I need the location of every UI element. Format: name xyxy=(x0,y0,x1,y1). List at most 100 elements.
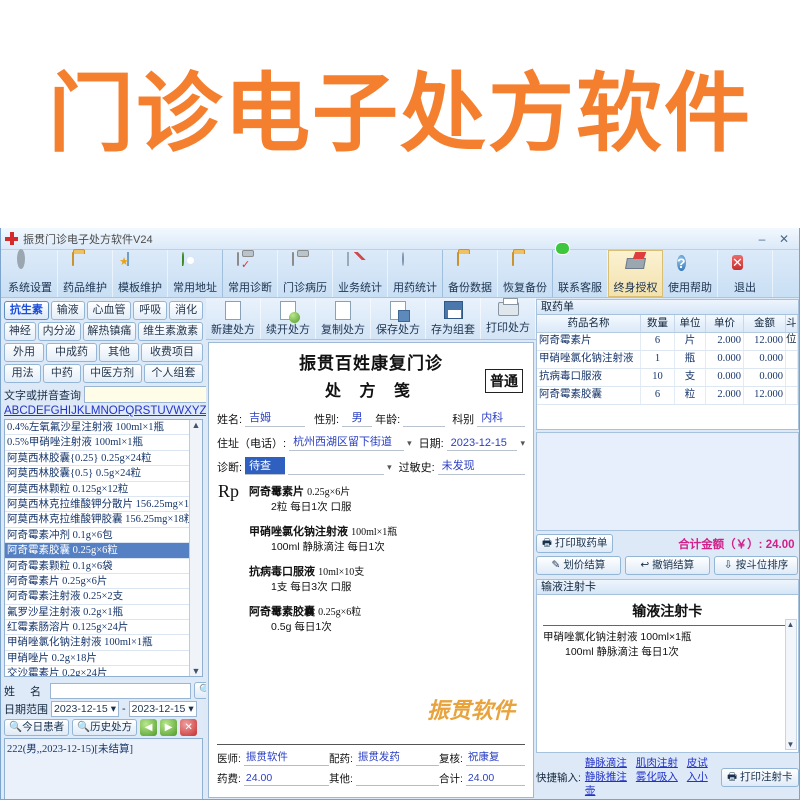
history-prescription-button[interactable]: 🔍历史处方 xyxy=(72,719,138,736)
today-patients-button[interactable]: 🔍今日患者 xyxy=(4,719,70,736)
checker-value[interactable]: 祝康复 xyxy=(465,749,525,766)
toolbar-item-exit[interactable]: ✕ 退出 xyxy=(718,250,773,297)
alpha-group-ijkl[interactable]: IJKL xyxy=(68,405,91,417)
category-other[interactable]: 其他 xyxy=(99,343,139,362)
print-injection-card-button[interactable]: 🖶 打印注射卡 xyxy=(721,767,799,787)
close-button[interactable]: ✕ xyxy=(773,230,795,248)
table-row[interactable]: 阿奇霉素片 6 片 2.000 12.000 xyxy=(537,333,798,351)
rx-item[interactable]: 阿奇霉素胶囊 0.25g×6粒 0.5g 每日1次 xyxy=(249,603,533,634)
diagnosis-value[interactable]: 待查 xyxy=(245,457,286,475)
list-item[interactable]: 甲硝唑氯化钠注射液 100ml×1瓶 xyxy=(5,635,189,651)
alpha-group-mnop[interactable]: MNOP xyxy=(91,405,126,417)
scroll-down-icon[interactable]: ▼ xyxy=(192,666,201,676)
list-item[interactable]: 0.5%甲硝唑注射液 100ml×1瓶 xyxy=(5,435,189,451)
list-item[interactable]: 交沙霉素片 0.2g×24片 xyxy=(5,666,189,676)
list-item[interactable]: 阿莫西林胶囊{0.25} 0.25g×24粒 xyxy=(5,451,189,467)
category-respiratory[interactable]: 呼吸 xyxy=(133,301,168,320)
quick-link-skin-test[interactable]: 皮试 xyxy=(687,757,708,769)
category-usage[interactable]: 用法 xyxy=(4,364,42,383)
date-to-picker[interactable]: 2023-12-15 ▾ xyxy=(128,701,197,717)
toolbar-item-backup-data[interactable]: 备份数据 xyxy=(443,250,498,297)
category-charge-items[interactable]: 收费项目 xyxy=(141,343,203,362)
settle-button[interactable]: ✎ 划价结算 xyxy=(536,556,621,575)
diagnosis-rest[interactable] xyxy=(288,473,385,475)
quick-link-im-injection[interactable]: 肌肉注射 xyxy=(636,757,678,769)
toolbar-item-outpatient-record[interactable]: 门诊病历 xyxy=(278,250,333,297)
toolbar-item-restore-backup[interactable]: 恢复备份 xyxy=(498,250,553,297)
rx-item[interactable]: 抗病毒口服液 10ml×10支 1支 每日3次 口服 xyxy=(249,563,533,594)
date-value[interactable]: 2023-12-15 xyxy=(446,437,518,451)
category-antibiotics[interactable]: 抗生素 xyxy=(4,301,49,320)
list-item[interactable]: 0.4%左氧氟沙星注射液 100ml×1瓶 xyxy=(5,420,189,436)
injection-scrollbar[interactable]: ▲ ▼ xyxy=(784,619,797,750)
category-chinese-medicine[interactable]: 中药 xyxy=(43,364,81,383)
scroll-up-icon[interactable]: ▲ xyxy=(787,620,795,629)
rx-print-button[interactable]: 打印处方 xyxy=(481,298,536,339)
date-from-picker[interactable]: 2023-12-15 ▾ xyxy=(51,701,119,717)
category-chinese-patent[interactable]: 中成药 xyxy=(46,343,97,362)
rx-continue-button[interactable]: 续开处方 xyxy=(261,298,316,339)
list-item[interactable]: 阿莫西林颗粒 0.125g×12粒 xyxy=(5,482,189,497)
table-row[interactable]: 抗病毒口服液 10 支 0.000 0.000 xyxy=(537,369,798,387)
other-value[interactable] xyxy=(355,784,439,786)
category-cardiovascular[interactable]: 心血管 xyxy=(86,301,132,320)
list-item[interactable]: 222(男,,2023-12-15)[未结算] xyxy=(7,741,200,756)
chevron-down-icon[interactable]: ▾ xyxy=(520,438,525,451)
allergy-value[interactable]: 未发现 xyxy=(437,457,525,475)
category-topical[interactable]: 外用 xyxy=(4,343,44,362)
cancel-settle-button[interactable]: ↩ 撤销结算 xyxy=(624,556,710,575)
scroll-up-icon[interactable]: ▲ xyxy=(192,420,201,430)
alpha-group-xyz[interactable]: XYZ xyxy=(184,405,206,417)
list-item-selected[interactable]: 阿奇霉素胶囊 0.25g×6粒 xyxy=(5,543,189,559)
name-value[interactable]: 吉姆 xyxy=(245,409,306,427)
rx-save-button[interactable]: 保存处方 xyxy=(371,298,426,339)
prev-record-button[interactable]: ◀ xyxy=(140,719,158,736)
quick-link-iv-drip[interactable]: 静脉滴注 xyxy=(585,757,627,769)
table-row[interactable]: 甲硝唑氯化钠注射液 1 瓶 0.000 0.000 xyxy=(537,351,798,369)
list-item[interactable]: 阿奇霉素冲剂 0.1g×6包 xyxy=(5,528,189,544)
category-endocrine[interactable]: 内分泌 xyxy=(37,322,81,341)
alpha-group-efgh[interactable]: EFGH xyxy=(36,405,68,417)
category-neurology[interactable]: 神经 xyxy=(4,322,36,341)
toolbar-item-common-address[interactable]: 常用地址 xyxy=(168,250,223,297)
toolbar-item-business-stats[interactable]: 业务统计 xyxy=(333,250,388,297)
total-value[interactable]: 24.00 xyxy=(465,772,525,786)
category-antipyretic[interactable]: 解热镇痛 xyxy=(82,322,137,341)
age-value[interactable] xyxy=(403,425,446,427)
sort-by-slot-button[interactable]: ⇩ 按斗位排序 xyxy=(713,556,799,575)
delete-record-button[interactable]: ✕ xyxy=(180,719,198,736)
toolbar-item-system-settings[interactable]: 系统设置 xyxy=(3,248,58,297)
category-infusion[interactable]: 输液 xyxy=(50,301,85,320)
list-item[interactable]: 阿奇霉素颗粒 0.1g×6袋 xyxy=(5,559,189,574)
drug-list-scrollbar[interactable]: ▲ ▼ xyxy=(189,420,202,676)
toolbar-item-template-maintenance[interactable]: 模板维护 xyxy=(113,250,168,297)
next-record-button[interactable]: ▶ xyxy=(160,719,178,736)
dispenser-value[interactable]: 振贯发药 xyxy=(355,749,439,766)
list-item[interactable]: 红霉素肠溶片 0.125g×24片 xyxy=(5,620,189,636)
toolbar-item-contact-support[interactable]: 联系客服 xyxy=(553,250,608,297)
minimize-button[interactable]: – xyxy=(751,230,773,248)
print-dispense-button[interactable]: 🖶 打印取药单 xyxy=(536,534,614,553)
rx-save-as-set-button[interactable]: 存为组套 xyxy=(426,298,481,339)
rx-item[interactable]: 阿奇霉素片 0.25g×6片 2粒 每日1次 口服 xyxy=(249,483,533,514)
chevron-down-icon[interactable]: ▾ xyxy=(407,438,412,451)
list-item[interactable]: 阿莫西林克拉维酸钾分散片 156.25mg×18片 xyxy=(5,497,189,513)
drug-list[interactable]: 0.4%左氧氟沙星注射液 100ml×1瓶 0.5%甲硝唑注射液 100ml×1… xyxy=(4,419,203,677)
scroll-down-icon[interactable]: ▼ xyxy=(787,740,795,749)
alpha-group-abcd[interactable]: ABCD xyxy=(4,405,36,417)
toolbar-item-lifetime-license[interactable]: 终身授权 xyxy=(608,250,663,297)
category-personal-set[interactable]: 个人组套 xyxy=(143,364,203,383)
chevron-down-icon[interactable]: ▾ xyxy=(387,462,392,475)
quick-link-iv-push[interactable]: 静脉推注 xyxy=(585,771,627,783)
list-item[interactable]: 阿奇霉素注射液 0.25×2支 xyxy=(5,589,189,605)
list-item[interactable]: 阿莫西林克拉维酸钾胶囊 156.25mg×18粒 xyxy=(5,512,189,528)
list-item[interactable]: 甲硝唑片 0.2g×18片 xyxy=(5,651,189,667)
dept-value[interactable]: 内科 xyxy=(477,409,525,427)
category-vitamin-hormone[interactable]: 维生素激素 xyxy=(138,322,203,341)
rx-copy-button[interactable]: 复制处方 xyxy=(316,298,371,339)
list-item[interactable]: 阿奇霉素片 0.25g×6片 xyxy=(5,574,189,590)
patient-name-input[interactable] xyxy=(50,682,192,699)
toolbar-item-drug-stats[interactable]: 用药统计 xyxy=(388,250,443,297)
toolbar-item-drug-maintenance[interactable]: 药品维护 xyxy=(58,250,113,297)
rx-new-button[interactable]: 新建处方 xyxy=(206,298,261,339)
